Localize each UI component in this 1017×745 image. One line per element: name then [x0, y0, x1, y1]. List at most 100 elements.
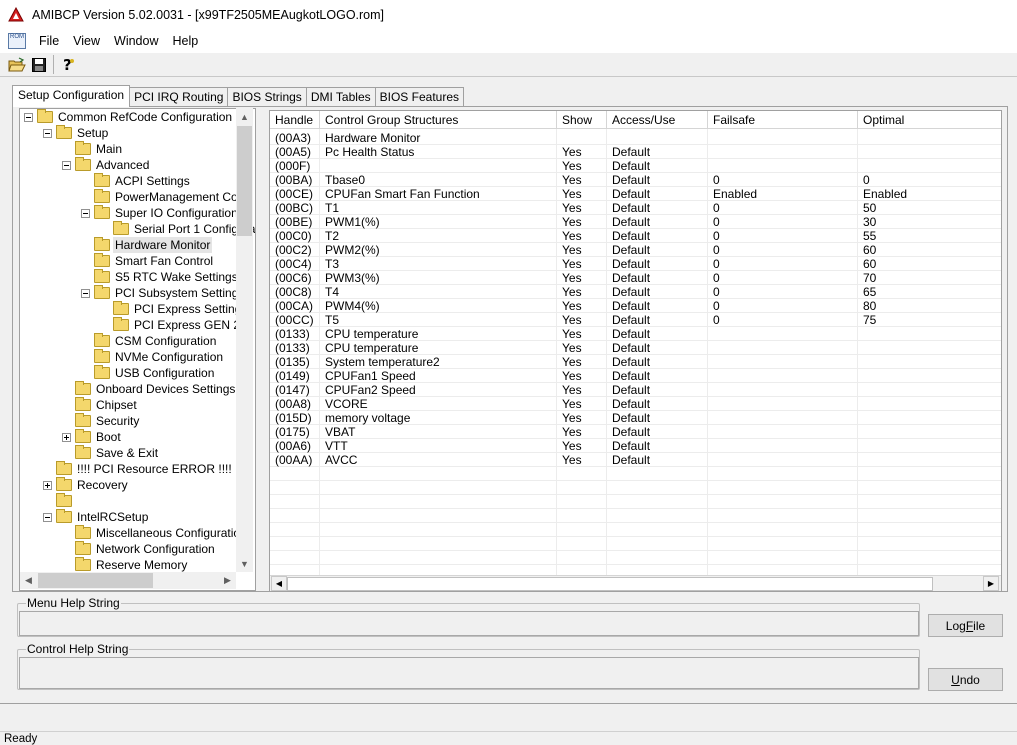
grid-cell[interactable]: Yes	[557, 439, 607, 453]
grid-cell[interactable]: VCORE	[320, 397, 557, 411]
grid-cell[interactable]	[708, 355, 858, 369]
grid-cell[interactable]	[858, 131, 1001, 145]
grid-cell[interactable]: 60	[858, 243, 1001, 257]
tab-dmi-tables[interactable]: DMI Tables	[305, 87, 376, 106]
expand-plus-icon[interactable]	[62, 432, 71, 442]
undo-button[interactable]: Undo	[928, 668, 1003, 691]
grid-cell[interactable]: 60	[858, 257, 1001, 271]
menu-window[interactable]: Window	[107, 34, 165, 48]
column-header[interactable]: Optimal	[858, 111, 1001, 129]
tree-node[interactable]: Boot	[62, 429, 123, 445]
grid-cell[interactable]: Yes	[557, 355, 607, 369]
collapse-minus-icon[interactable]	[81, 288, 90, 298]
grid-cell[interactable]: Default	[607, 229, 708, 243]
grid-cell[interactable]	[708, 425, 858, 439]
grid-cell[interactable]: Yes	[557, 369, 607, 383]
column-header[interactable]: Failsafe	[708, 111, 858, 129]
grid-cell[interactable]	[557, 131, 607, 145]
grid-cell[interactable]: (00A6)	[270, 439, 320, 453]
grid-cell[interactable]	[858, 397, 1001, 411]
grid-cell[interactable]: (00C8)	[270, 285, 320, 299]
grid-cell[interactable]: PWM1(%)	[320, 215, 557, 229]
grid-cell[interactable]: 0	[708, 271, 858, 285]
grid-cell[interactable]: Hardware Monitor	[320, 131, 557, 145]
column-header[interactable]: Access/Use	[607, 111, 708, 129]
grid-cell[interactable]: Yes	[557, 313, 607, 327]
tree-node[interactable]: PCI Express Settings	[100, 301, 249, 317]
grid-cell[interactable]: (00CE)	[270, 187, 320, 201]
grid-cell[interactable]: Yes	[557, 411, 607, 425]
grid-cell[interactable]: (00C2)	[270, 243, 320, 257]
tree-node[interactable]: PCI Express GEN 2 S	[100, 317, 253, 333]
grid-cell[interactable]	[708, 369, 858, 383]
grid-cell[interactable]: 0	[708, 215, 858, 229]
grid-cell[interactable]: Default	[607, 313, 708, 327]
setup-tree-view[interactable]: Common RefCode Configuration Setup Main Adv…	[19, 108, 256, 591]
tree-node[interactable]: Onboard Devices Settings	[62, 381, 237, 397]
collapse-minus-icon[interactable]	[62, 160, 71, 170]
grid-cell[interactable]: (00C6)	[270, 271, 320, 285]
grid-cell[interactable]: 0	[708, 313, 858, 327]
collapse-minus-icon[interactable]	[43, 512, 52, 522]
grid-cell[interactable]	[858, 453, 1001, 467]
grid-cell[interactable]: 0	[708, 173, 858, 187]
logfile-button[interactable]: Log File	[928, 614, 1003, 637]
grid-cell[interactable]: T2	[320, 229, 557, 243]
tree-node[interactable]: Serial Port 1 Configura	[100, 221, 255, 237]
expand-plus-icon[interactable]	[43, 480, 52, 490]
column-header[interactable]: Show	[557, 111, 607, 129]
tree-vertical-scroll-thumb[interactable]	[237, 126, 252, 236]
grid-cell[interactable]: 0	[708, 299, 858, 313]
grid-cell[interactable]: Yes	[557, 383, 607, 397]
tree-node[interactable]: Hardware Monitor	[81, 237, 213, 253]
grid-cell[interactable]	[607, 131, 708, 145]
grid-cell[interactable]: (0147)	[270, 383, 320, 397]
tree-node[interactable]: IntelRCSetup	[43, 509, 150, 525]
grid-cell[interactable]	[708, 453, 858, 467]
grid-cell[interactable]	[858, 439, 1001, 453]
grid-cell[interactable]: Yes	[557, 397, 607, 411]
grid-cell[interactable]	[858, 159, 1001, 173]
grid-cell[interactable]	[708, 439, 858, 453]
grid-cell[interactable]	[708, 159, 858, 173]
grid-cell[interactable]: T5	[320, 313, 557, 327]
tree-horizontal-scroll-thumb[interactable]	[38, 573, 153, 588]
grid-cell[interactable]: (00A3)	[270, 131, 320, 145]
grid-cell[interactable]: System temperature2	[320, 355, 557, 369]
grid-cell[interactable]: (015D)	[270, 411, 320, 425]
grid-cell[interactable]: Default	[607, 411, 708, 425]
grid-cell[interactable]: 0	[708, 243, 858, 257]
grid-cell[interactable]: 0	[708, 285, 858, 299]
grid-cell[interactable]: 75	[858, 313, 1001, 327]
grid-cell[interactable]: PWM3(%)	[320, 271, 557, 285]
grid-cell[interactable]: (0149)	[270, 369, 320, 383]
tree-node[interactable]: Recovery	[43, 477, 130, 493]
grid-cell[interactable]: 80	[858, 299, 1001, 313]
grid-cell[interactable]: (000F)	[270, 159, 320, 173]
grid-cell[interactable]: Yes	[557, 327, 607, 341]
grid-cell[interactable]: Yes	[557, 243, 607, 257]
grid-cell[interactable]: Yes	[557, 159, 607, 173]
grid-cell[interactable]: Enabled	[708, 187, 858, 201]
grid-cell[interactable]: Default	[607, 187, 708, 201]
tree-node[interactable]: Advanced	[62, 157, 151, 173]
grid-cell[interactable]: 55	[858, 229, 1001, 243]
grid-cell[interactable]: 65	[858, 285, 1001, 299]
collapse-minus-icon[interactable]	[81, 208, 90, 218]
grid-cell[interactable]	[708, 145, 858, 159]
grid-cell[interactable]: Yes	[557, 187, 607, 201]
grid-cell[interactable]: (0135)	[270, 355, 320, 369]
grid-cell[interactable]: Default	[607, 369, 708, 383]
tab-pci-irq-routing[interactable]: PCI IRQ Routing	[129, 87, 229, 106]
grid-cell[interactable]	[708, 411, 858, 425]
grid-cell[interactable]: (00AA)	[270, 453, 320, 467]
tree-node[interactable]: Network Configuration	[62, 541, 217, 557]
tree-node[interactable]: Setup	[43, 125, 110, 141]
grid-cell[interactable]	[708, 383, 858, 397]
grid-cell[interactable]	[858, 383, 1001, 397]
grid-cell[interactable]: 0	[708, 257, 858, 271]
grid-cell[interactable]	[708, 341, 858, 355]
grid-cell[interactable]: (00BE)	[270, 215, 320, 229]
tree-node[interactable]: Common RefCode Configuration	[24, 109, 234, 125]
grid-cell[interactable]: CPUFan Smart Fan Function	[320, 187, 557, 201]
